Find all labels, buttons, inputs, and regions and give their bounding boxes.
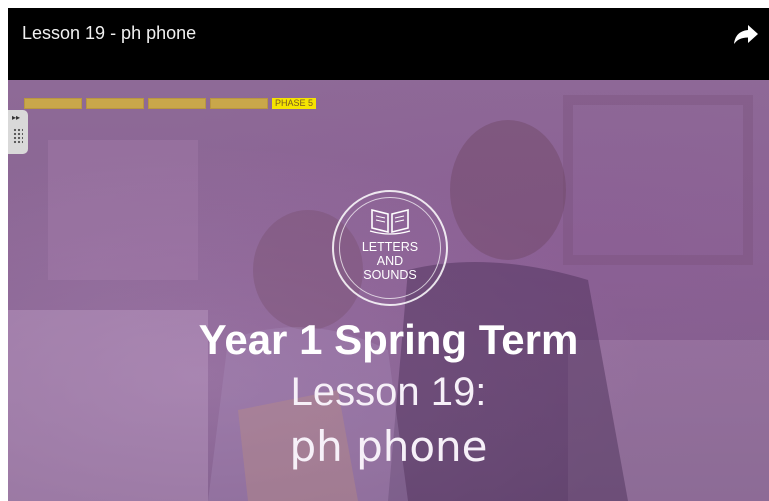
- lesson-topic: ph phone: [289, 422, 488, 471]
- share-arrow-icon[interactable]: [733, 22, 759, 46]
- video-title-bar: Lesson 19 - ph phone: [8, 8, 769, 80]
- logo-text: LETTERS AND SOUNDS: [334, 240, 446, 282]
- logo-line-sounds: SOUNDS: [363, 268, 417, 282]
- progress-segment: [86, 98, 144, 109]
- drag-grip-icon[interactable]: [13, 128, 23, 144]
- logo-line-letters: LETTERS: [361, 240, 419, 254]
- fast-forward-icon: ▸▸: [12, 113, 21, 122]
- progress-segment: [24, 98, 82, 109]
- video-frame[interactable]: PHASE 5 ▸▸ LETTERS AND SOUNDS Year 1 Spr…: [8, 80, 769, 501]
- progress-segment: [210, 98, 268, 109]
- phase-label: PHASE 5: [272, 98, 317, 109]
- side-panel-toggle[interactable]: ▸▸: [8, 110, 28, 154]
- lesson-number: Lesson 19:: [290, 370, 487, 414]
- lesson-progress: PHASE 5: [24, 98, 317, 109]
- video-title[interactable]: Lesson 19 - ph phone: [22, 23, 196, 44]
- logo-line-and: AND: [376, 254, 404, 268]
- video-player[interactable]: Lesson 19 - ph phone PHASE 5 ▸▸ LETTERS …: [8, 8, 769, 501]
- progress-segment: [148, 98, 206, 109]
- open-book-icon: [369, 208, 411, 235]
- term-heading: Year 1 Spring Term: [198, 316, 579, 363]
- letters-and-sounds-logo: LETTERS AND SOUNDS: [332, 190, 448, 306]
